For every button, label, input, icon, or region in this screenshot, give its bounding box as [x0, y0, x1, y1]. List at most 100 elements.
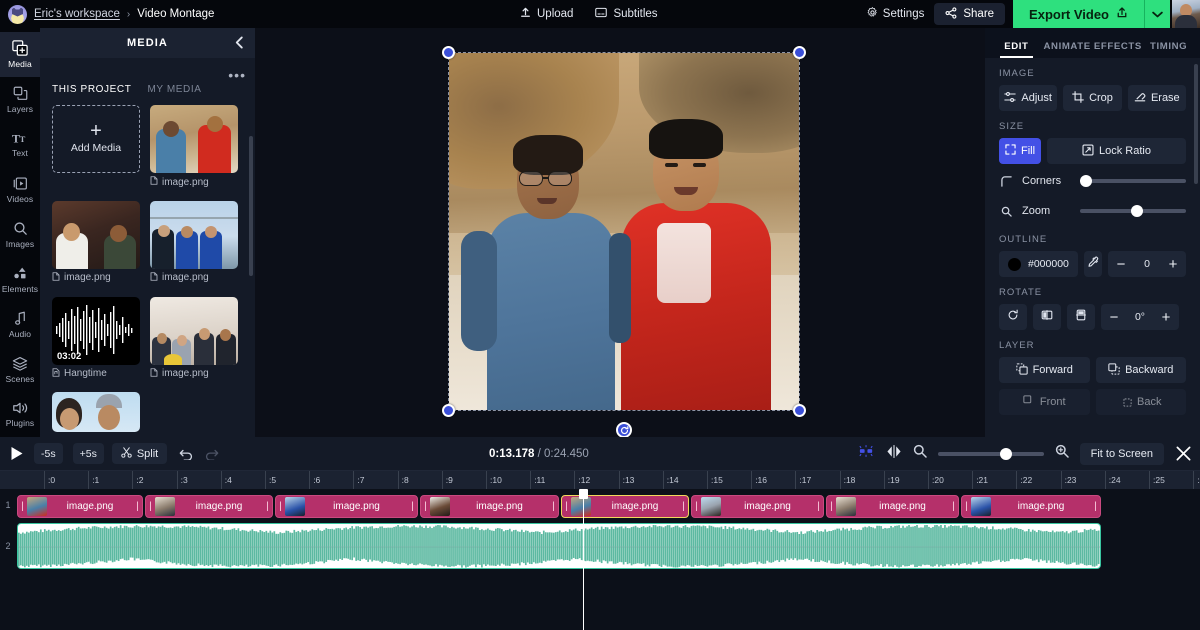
- lock-ratio-button[interactable]: Lock Ratio: [1047, 138, 1186, 164]
- clip-trim-handle-left[interactable]: |: [421, 496, 430, 517]
- clip-trim-handle-right[interactable]: |: [408, 496, 417, 517]
- corners-slider-knob[interactable]: [1080, 175, 1092, 187]
- outline-color-picker[interactable]: #000000: [999, 251, 1078, 277]
- zoom-slider-knob[interactable]: [1130, 205, 1143, 217]
- tab-animate[interactable]: ANIMATE: [1042, 41, 1093, 58]
- zoom-in-button[interactable]: [1055, 444, 1069, 463]
- clip-trim-handle-left[interactable]: |: [276, 496, 285, 517]
- eyedropper-button[interactable]: [1083, 251, 1102, 277]
- redo-button[interactable]: [205, 448, 219, 460]
- clip-trim-handle-left[interactable]: |: [562, 496, 571, 517]
- sidebar-item-text[interactable]: T T Text: [0, 122, 40, 167]
- layer-forward-button[interactable]: Forward: [999, 357, 1090, 383]
- upload-button[interactable]: Upload: [520, 7, 573, 21]
- canvas-stage[interactable]: •••: [255, 28, 985, 450]
- fill-button[interactable]: Fill: [999, 138, 1041, 164]
- layer-backward-button[interactable]: Backward: [1095, 357, 1186, 383]
- workspace-link[interactable]: Eric's workspace: [34, 8, 120, 20]
- clip-trim-handle-right[interactable]: |: [133, 496, 142, 517]
- media-thumbnail[interactable]: [52, 392, 140, 433]
- clip-trim-handle-left[interactable]: |: [18, 496, 27, 517]
- outline-decrement-button[interactable]: −: [1108, 251, 1134, 277]
- resize-handle-bottom-left[interactable]: [442, 404, 455, 417]
- resize-handle-top-left[interactable]: [442, 46, 455, 59]
- skip-forward-button[interactable]: +5s: [72, 443, 104, 464]
- clip-trim-handle-left[interactable]: |: [827, 496, 836, 517]
- canvas-image[interactable]: [448, 52, 800, 411]
- close-timeline-button[interactable]: [1175, 445, 1192, 462]
- rotate-decrement-button[interactable]: −: [1101, 304, 1127, 330]
- sidebar-item-media[interactable]: Media: [0, 32, 40, 77]
- rotate-handle[interactable]: [616, 422, 632, 438]
- timeline-ruler[interactable]: :0:1:2:3:4:5:6:7:8:9:10:11:12:13:14:15:1…: [0, 470, 1200, 489]
- clip-trim-handle-right[interactable]: |: [814, 496, 823, 517]
- properties-scrollbar[interactable]: [1194, 64, 1198, 184]
- media-thumbnail[interactable]: [150, 105, 238, 173]
- media-panel-more-icon[interactable]: •••: [228, 68, 246, 82]
- clip-trim-handle-right[interactable]: |: [949, 496, 958, 517]
- sidebar-item-scenes[interactable]: Scenes: [0, 347, 40, 392]
- sidebar-item-layers[interactable]: Layers: [0, 77, 40, 122]
- play-button[interactable]: [10, 446, 24, 461]
- playhead[interactable]: [579, 489, 588, 630]
- media-thumbnail[interactable]: [150, 200, 238, 269]
- clip-trim-handle-right[interactable]: |: [679, 496, 688, 517]
- settings-button[interactable]: Settings: [867, 6, 924, 21]
- adjust-button[interactable]: Adjust: [999, 85, 1058, 111]
- timeline-clip[interactable]: | image.png |: [275, 495, 418, 518]
- timeline-clip[interactable]: | image.png |: [826, 495, 959, 518]
- flip-vertical-button[interactable]: [1067, 304, 1095, 330]
- resize-handle-top-right[interactable]: [793, 46, 806, 59]
- split-button[interactable]: Split: [111, 443, 168, 464]
- timeline-clip[interactable]: | image.png |: [17, 495, 143, 518]
- tab-my-media[interactable]: MY MEDIA: [147, 84, 201, 95]
- timeline-zoom-knob[interactable]: [999, 447, 1012, 460]
- split-playhead-button[interactable]: [886, 444, 902, 464]
- collapse-panel-icon[interactable]: [234, 36, 245, 54]
- undo-button[interactable]: [179, 448, 193, 460]
- timeline-clip[interactable]: | image.png |: [420, 495, 559, 518]
- skip-back-button[interactable]: -5s: [34, 443, 63, 464]
- flip-horizontal-button[interactable]: [1033, 304, 1061, 330]
- sidebar-item-images[interactable]: Images: [0, 212, 40, 257]
- layer-back-button[interactable]: Back: [1095, 389, 1186, 415]
- layer-front-button[interactable]: Front: [999, 389, 1090, 415]
- clip-trim-handle-left[interactable]: |: [962, 496, 971, 517]
- outline-increment-button[interactable]: +: [1160, 251, 1186, 277]
- selected-image-frame[interactable]: •••: [442, 46, 806, 450]
- fit-to-screen-button[interactable]: Fit to Screen: [1079, 442, 1164, 465]
- subtitles-button[interactable]: Subtitles: [595, 7, 658, 21]
- playhead-handle[interactable]: [579, 489, 588, 499]
- timeline-clip[interactable]: | image.png |: [961, 495, 1101, 518]
- tab-effects[interactable]: EFFECTS: [1093, 41, 1144, 58]
- resize-handle-bottom-right[interactable]: [793, 404, 806, 417]
- clip-trim-handle-left[interactable]: |: [692, 496, 701, 517]
- timeline-zoom-slider[interactable]: [937, 447, 1044, 460]
- media-thumbnail[interactable]: [150, 296, 238, 365]
- tab-timing[interactable]: TIMING: [1143, 41, 1194, 58]
- timeline-clip[interactable]: | image.png |: [691, 495, 824, 518]
- rotate-increment-button[interactable]: +: [1153, 304, 1179, 330]
- tab-this-project[interactable]: THIS PROJECT: [52, 84, 131, 95]
- sidebar-item-audio[interactable]: Audio: [0, 302, 40, 347]
- media-thumbnail[interactable]: [52, 200, 140, 269]
- timeline-clip[interactable]: | image.png |: [145, 495, 273, 518]
- tab-edit[interactable]: EDIT: [991, 41, 1042, 58]
- audio-thumbnail[interactable]: 03:02: [52, 296, 140, 365]
- sidebar-item-videos[interactable]: Videos: [0, 167, 40, 212]
- erase-button[interactable]: Erase: [1127, 85, 1186, 111]
- share-button[interactable]: Share: [934, 3, 1006, 25]
- export-options-caret[interactable]: [1144, 0, 1170, 28]
- clip-trim-handle-right[interactable]: |: [263, 496, 272, 517]
- user-avatar[interactable]: [1172, 0, 1200, 28]
- clip-trim-handle-left[interactable]: |: [146, 496, 155, 517]
- media-panel-scrollbar[interactable]: [249, 136, 253, 276]
- magnet-snap-button[interactable]: [858, 444, 875, 463]
- crop-button[interactable]: Crop: [1063, 85, 1122, 111]
- clip-trim-handle-right[interactable]: |: [1091, 496, 1100, 517]
- rotate-button[interactable]: [999, 304, 1027, 330]
- zoom-slider[interactable]: [1080, 205, 1186, 217]
- audio-track-clip[interactable]: [17, 523, 1101, 569]
- clip-trim-handle-right[interactable]: |: [549, 496, 558, 517]
- export-video-button[interactable]: Export Video: [1013, 0, 1144, 28]
